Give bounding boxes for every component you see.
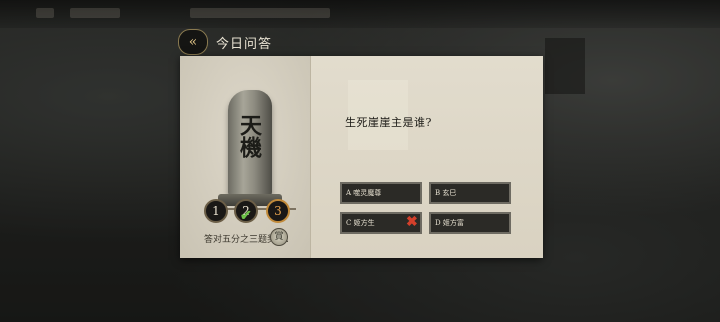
progress-step-1: 1 xyxy=(204,199,228,223)
correct-check-icon: ✔ xyxy=(240,208,252,224)
top-bar-blurred-icon xyxy=(36,8,54,18)
reward-token-icon[interactable]: 賞 xyxy=(270,228,288,246)
progress-step-3: 3 xyxy=(266,199,290,223)
quiz-panel: 天機 1 2 ✔ 3 答对五分之三题奖励： 賞 生死崖崖主是谁? A 噬灵魔尊 … xyxy=(180,56,543,258)
top-bar xyxy=(0,0,720,28)
tablet-inscription: 天機 xyxy=(236,114,262,158)
background-panel-strip xyxy=(545,38,585,94)
option-d-button[interactable]: D 姬方富 xyxy=(429,212,511,234)
top-bar-blurred-text xyxy=(70,8,120,18)
top-bar-blurred-text xyxy=(190,8,330,18)
wrong-x-icon: ✖ xyxy=(406,214,418,230)
dialog-title: 今日问答 xyxy=(216,36,273,52)
option-b-button[interactable]: B 玄巳 xyxy=(429,182,511,204)
dialog-header: « 今日问答 xyxy=(178,29,273,55)
back-arrows-icon[interactable]: « xyxy=(178,29,208,55)
question-text: 生死崖崖主是谁? xyxy=(345,116,432,129)
option-a-button[interactable]: A 噬灵魔尊 xyxy=(340,182,422,204)
